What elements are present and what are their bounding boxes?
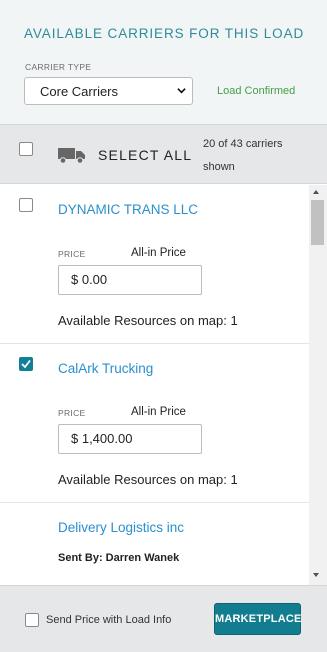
- carrier-list: DYNAMIC TRANS LLC PRICE All-in Price $ 0…: [0, 185, 309, 585]
- price-input[interactable]: $ 0.00: [58, 265, 202, 295]
- select-all-label[interactable]: SELECT ALL: [98, 147, 192, 163]
- scrollbar-track[interactable]: [309, 185, 327, 585]
- carrier-name-link[interactable]: CalArk Trucking: [58, 361, 153, 376]
- carrier-type-select[interactable]: Core Carriers: [24, 77, 193, 105]
- send-price-label[interactable]: Send Price with Load Info: [46, 614, 171, 626]
- carrier-item: CalArk Trucking PRICE All-in Price $ 1,4…: [0, 344, 309, 503]
- carrier-name-link[interactable]: DYNAMIC TRANS LLC: [58, 202, 198, 217]
- truck-icon: [58, 148, 85, 164]
- price-type-label: All-in Price: [131, 247, 186, 259]
- carrier-checkbox[interactable]: [19, 198, 33, 212]
- scrollbar-thumb[interactable]: [311, 200, 324, 245]
- scroll-down-arrow[interactable]: [313, 573, 319, 577]
- send-price-checkbox[interactable]: [25, 613, 39, 627]
- price-input[interactable]: $ 1,400.00: [58, 424, 202, 454]
- select-all-checkbox[interactable]: [19, 142, 33, 156]
- marketplace-button[interactable]: MARKETPLACE: [214, 603, 301, 635]
- scroll-up-arrow[interactable]: [313, 190, 319, 194]
- price-label: PRICE: [58, 249, 86, 259]
- available-resources: Available Resources on map: 1: [58, 472, 238, 487]
- chevron-down-icon: [177, 88, 186, 94]
- sent-by-text: Sent By: Darren Wanek: [58, 552, 180, 564]
- price-label: PRICE: [58, 408, 86, 418]
- available-resources: Available Resources on map: 1: [58, 313, 238, 328]
- price-type-label: All-in Price: [131, 406, 186, 418]
- check-icon: [21, 359, 31, 369]
- status-load-confirmed: Load Confirmed: [217, 85, 296, 97]
- carrier-type-label: CARRIER TYPE: [25, 62, 92, 72]
- carrier-item: DYNAMIC TRANS LLC PRICE All-in Price $ 0…: [0, 185, 309, 344]
- carriers-shown-count: 20 of 43 carriers shown: [203, 138, 283, 173]
- carrier-type-value: Core Carriers: [40, 84, 119, 99]
- carrier-checkbox[interactable]: [19, 357, 33, 371]
- carrier-item: Delivery Logistics inc Sent By: Darren W…: [0, 503, 309, 585]
- page-title: AVAILABLE CARRIERS FOR THIS LOAD: [24, 26, 305, 41]
- carrier-name-link[interactable]: Delivery Logistics inc: [58, 520, 184, 535]
